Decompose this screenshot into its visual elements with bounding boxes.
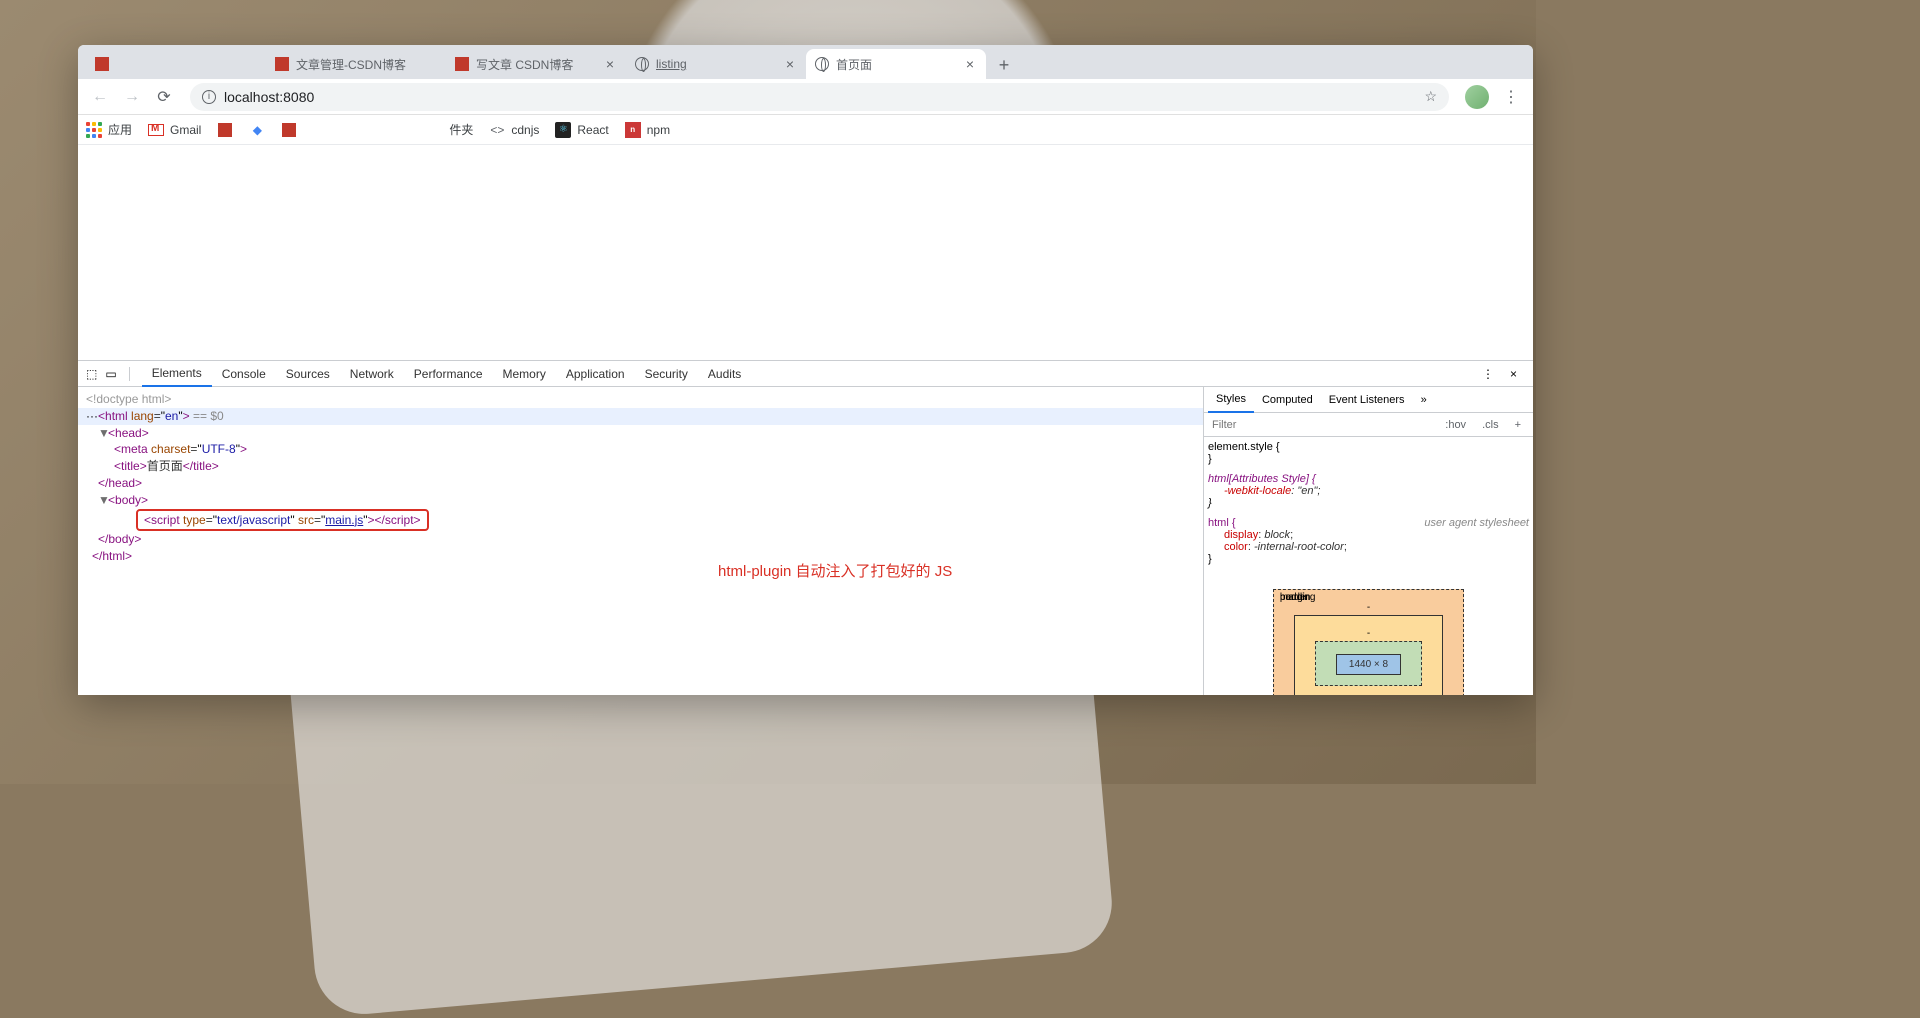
tab-title: 写文章 CSDN博客	[476, 56, 596, 73]
bookmark-item[interactable]: Gmail	[148, 122, 201, 138]
tab-strip: 文章管理-CSDN博客 写文章 CSDN博客 × listing × 首页面 ×…	[78, 45, 1533, 79]
dom-body-close[interactable]: </body>	[78, 531, 1203, 548]
device-toggle-icon[interactable]: ▭	[105, 367, 116, 381]
code-icon: <>	[489, 122, 505, 138]
bookmark-star-icon[interactable]: ☆	[1424, 88, 1437, 105]
devtools-tab-performance[interactable]: Performance	[404, 361, 493, 387]
devtools-tab-memory[interactable]: Memory	[493, 361, 556, 387]
styles-tabs: Styles Computed Event Listeners »	[1204, 387, 1533, 413]
info-icon[interactable]: i	[202, 90, 216, 104]
browser-tab[interactable]: 写文章 CSDN博客 ×	[446, 49, 626, 79]
address-bar[interactable]: i localhost:8080 ☆	[190, 83, 1449, 111]
dom-doctype[interactable]: <!doctype html>	[78, 391, 1203, 408]
styles-tab-computed[interactable]: Computed	[1254, 387, 1321, 413]
elements-tree[interactable]: <!doctype html> ···<html lang="en"> == $…	[78, 387, 1203, 695]
browser-tab[interactable]: listing ×	[626, 49, 806, 79]
bookmark-label: 件夹	[449, 121, 473, 138]
inspect-element-icon[interactable]: ⬚	[86, 367, 97, 381]
browser-tab-active[interactable]: 首页面 ×	[806, 49, 986, 79]
box-model-diagram: margin- border- padding 1440 × 8	[1208, 573, 1529, 695]
add-rule-button[interactable]: +	[1511, 419, 1525, 431]
devtools-tab-sources[interactable]: Sources	[276, 361, 340, 387]
bookmark-item[interactable]: n npm	[625, 122, 670, 138]
tab-favicon-icon	[634, 56, 650, 72]
bookmark-item[interactable]	[217, 122, 233, 138]
bookmark-label: React	[577, 123, 608, 137]
styles-rules[interactable]: element.style { } html[Attributes Style]…	[1204, 437, 1533, 695]
browser-window: 文章管理-CSDN博客 写文章 CSDN博客 × listing × 首页面 ×…	[78, 45, 1533, 695]
bookmark-item[interactable]: 件夹	[449, 121, 473, 138]
styles-panel: Styles Computed Event Listeners » :hov .…	[1203, 387, 1533, 695]
bookmark-item[interactable]: ◆	[249, 122, 265, 138]
dom-body-open[interactable]: ▼<body>	[78, 492, 1203, 509]
browser-toolbar: ← → ⟳ i localhost:8080 ☆ ⋮	[78, 79, 1533, 115]
tab-close-icon[interactable]: ×	[602, 56, 618, 72]
tab-title: listing	[656, 57, 776, 71]
react-icon: ⚛	[555, 122, 571, 138]
annotation-text: html-plugin 自动注入了打包好的 JS	[718, 560, 952, 581]
tab-title: 文章管理-CSDN博客	[296, 56, 438, 73]
bookmark-label: npm	[647, 123, 670, 137]
new-tab-button[interactable]: +	[990, 51, 1018, 79]
npm-icon: n	[625, 122, 641, 138]
back-button[interactable]: ←	[86, 83, 114, 111]
bookmarks-bar: 应用 Gmail ◆ 件夹 <> cdnjs ⚛ React n npm	[78, 115, 1533, 145]
apps-grid-icon	[86, 122, 102, 138]
bookmark-item[interactable]: ⚛ React	[555, 122, 608, 138]
styles-tab-more-icon[interactable]: »	[1413, 387, 1435, 413]
styles-filter-row: :hov .cls +	[1204, 413, 1533, 437]
dom-head-close[interactable]: </head>	[78, 475, 1203, 492]
cls-toggle[interactable]: .cls	[1478, 419, 1503, 431]
browser-tab[interactable]: 文章管理-CSDN博客	[266, 49, 446, 79]
browser-menu-button[interactable]: ⋮	[1497, 83, 1525, 111]
tab-favicon-icon	[274, 56, 290, 72]
reload-button[interactable]: ⟳	[150, 83, 178, 111]
apps-label: 应用	[108, 121, 132, 138]
devtools-tab-audits[interactable]: Audits	[698, 361, 751, 387]
devtools-menu-icon[interactable]: ⋮	[1474, 367, 1502, 381]
devtools-close-icon[interactable]: ×	[1502, 367, 1525, 381]
devtools-tab-network[interactable]: Network	[340, 361, 404, 387]
bookmark-item[interactable]	[281, 122, 297, 138]
devtools-body: <!doctype html> ···<html lang="en"> == $…	[78, 387, 1533, 695]
dom-html-close[interactable]: </html>	[78, 548, 1203, 565]
url-text: localhost:8080	[224, 89, 314, 105]
browser-tab[interactable]	[86, 49, 266, 79]
styles-tab-styles[interactable]: Styles	[1208, 387, 1254, 413]
hov-toggle[interactable]: :hov	[1441, 419, 1470, 431]
tab-favicon-icon	[454, 56, 470, 72]
dom-title-element[interactable]: <title>首页面</title>	[78, 458, 1203, 475]
styles-filter-input[interactable]	[1212, 419, 1433, 431]
dom-html-element[interactable]: ···<html lang="en"> == $0	[78, 408, 1203, 425]
styles-tab-events[interactable]: Event Listeners	[1321, 387, 1413, 413]
tab-close-icon[interactable]: ×	[962, 56, 978, 72]
forward-button[interactable]: →	[118, 83, 146, 111]
devtools-panel: ⬚ ▭ Elements Console Sources Network Per…	[78, 360, 1533, 695]
dom-meta-element[interactable]: <meta charset="UTF-8">	[78, 441, 1203, 458]
bookmark-label: Gmail	[170, 123, 201, 137]
devtools-tab-elements[interactable]: Elements	[142, 361, 212, 387]
profile-avatar[interactable]	[1465, 85, 1489, 109]
devtools-tab-application[interactable]: Application	[556, 361, 635, 387]
devtools-tabs: ⬚ ▭ Elements Console Sources Network Per…	[78, 361, 1533, 387]
tab-favicon-icon	[94, 56, 110, 72]
tab-favicon-icon	[814, 56, 830, 72]
dom-head-open[interactable]: ▼<head>	[78, 425, 1203, 442]
page-content	[78, 145, 1533, 360]
bookmark-label: cdnjs	[511, 123, 539, 137]
devtools-tab-security[interactable]: Security	[635, 361, 698, 387]
gmail-icon	[148, 122, 164, 138]
dom-script-element[interactable]: <script type="text/javascript" src="main…	[78, 509, 1203, 532]
devtools-tab-console[interactable]: Console	[212, 361, 276, 387]
bookmark-item[interactable]: <> cdnjs	[489, 122, 539, 138]
tab-close-icon[interactable]: ×	[782, 56, 798, 72]
tab-title: 首页面	[836, 56, 956, 73]
apps-button[interactable]: 应用	[86, 121, 132, 138]
